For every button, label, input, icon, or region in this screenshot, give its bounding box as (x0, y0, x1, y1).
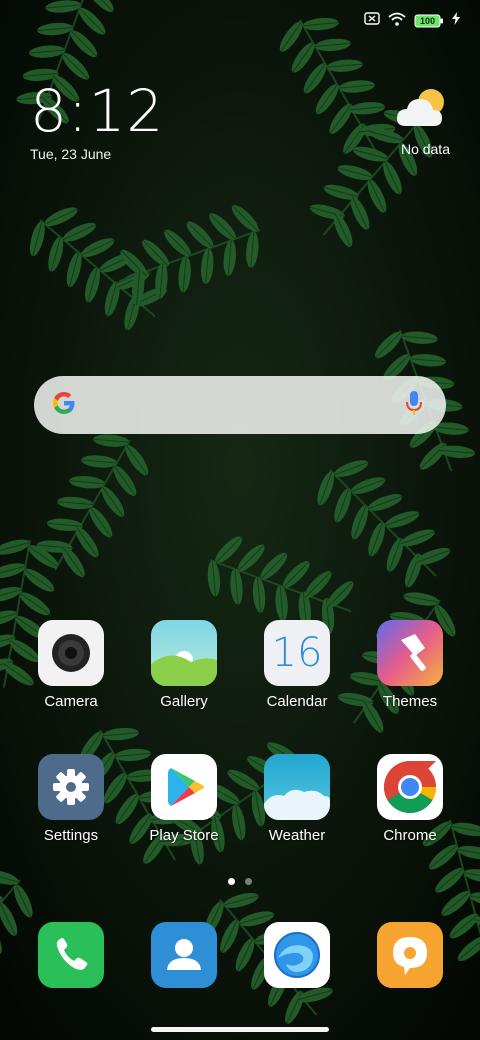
wifi-icon (388, 12, 406, 31)
clock-widget[interactable]: 8:12 Tue, 23 June (30, 80, 164, 162)
search-bar[interactable] (34, 376, 446, 434)
app-camera[interactable]: Camera (15, 620, 127, 710)
app-play-store[interactable]: Play Store (128, 754, 240, 844)
page-dot (245, 878, 252, 885)
messaging-icon (377, 922, 443, 988)
app-gallery[interactable]: Gallery (128, 620, 240, 710)
camera-icon (38, 620, 104, 686)
phone-icon (38, 922, 104, 988)
weather-icon (264, 754, 330, 820)
microphone-icon[interactable] (406, 390, 422, 421)
dock-messaging[interactable] (354, 922, 466, 988)
home-gesture-bar[interactable] (151, 1027, 329, 1032)
no-sim-icon (364, 12, 380, 30)
dock-browser[interactable] (241, 922, 353, 988)
app-themes[interactable]: Themes (354, 620, 466, 710)
app-chrome[interactable]: Chrome (354, 754, 466, 844)
partly-cloudy-icon (370, 86, 450, 135)
play-store-icon (151, 754, 217, 820)
status-bar: 100 (364, 10, 460, 32)
dock-contacts[interactable] (128, 922, 240, 988)
clock-time: 8:12 (30, 77, 165, 145)
charging-icon (452, 12, 460, 30)
browser-icon (264, 922, 330, 988)
gear-icon (38, 754, 104, 820)
google-logo-icon (50, 389, 78, 422)
app-label: Calendar (266, 693, 328, 710)
app-settings[interactable]: Settings (15, 754, 127, 844)
app-label: Camera (44, 693, 98, 710)
contacts-icon (151, 922, 217, 988)
app-label: Settings (43, 827, 99, 844)
calendar-icon: 16 (264, 620, 330, 686)
app-label: Gallery (160, 693, 208, 710)
dock-phone[interactable] (15, 922, 127, 988)
app-label: Chrome (383, 827, 437, 844)
calendar-day: 16 (271, 630, 323, 676)
page-indicator[interactable] (0, 878, 480, 885)
battery-level: 100 (419, 16, 436, 26)
app-label: Themes (382, 693, 438, 710)
themes-icon (377, 620, 443, 686)
weather-text: No data (400, 141, 450, 157)
page-dot-active (228, 878, 235, 885)
weather-widget[interactable]: No data (370, 86, 450, 157)
gallery-icon (151, 620, 217, 686)
clock-date: Tue, 23 June (30, 146, 112, 162)
app-label: Play Store (149, 827, 219, 844)
app-label: Weather (268, 827, 326, 844)
app-weather[interactable]: Weather (241, 754, 353, 844)
chrome-icon (377, 754, 443, 820)
battery-icon: 100 (414, 14, 444, 28)
app-calendar[interactable]: 16 Calendar (241, 620, 353, 710)
